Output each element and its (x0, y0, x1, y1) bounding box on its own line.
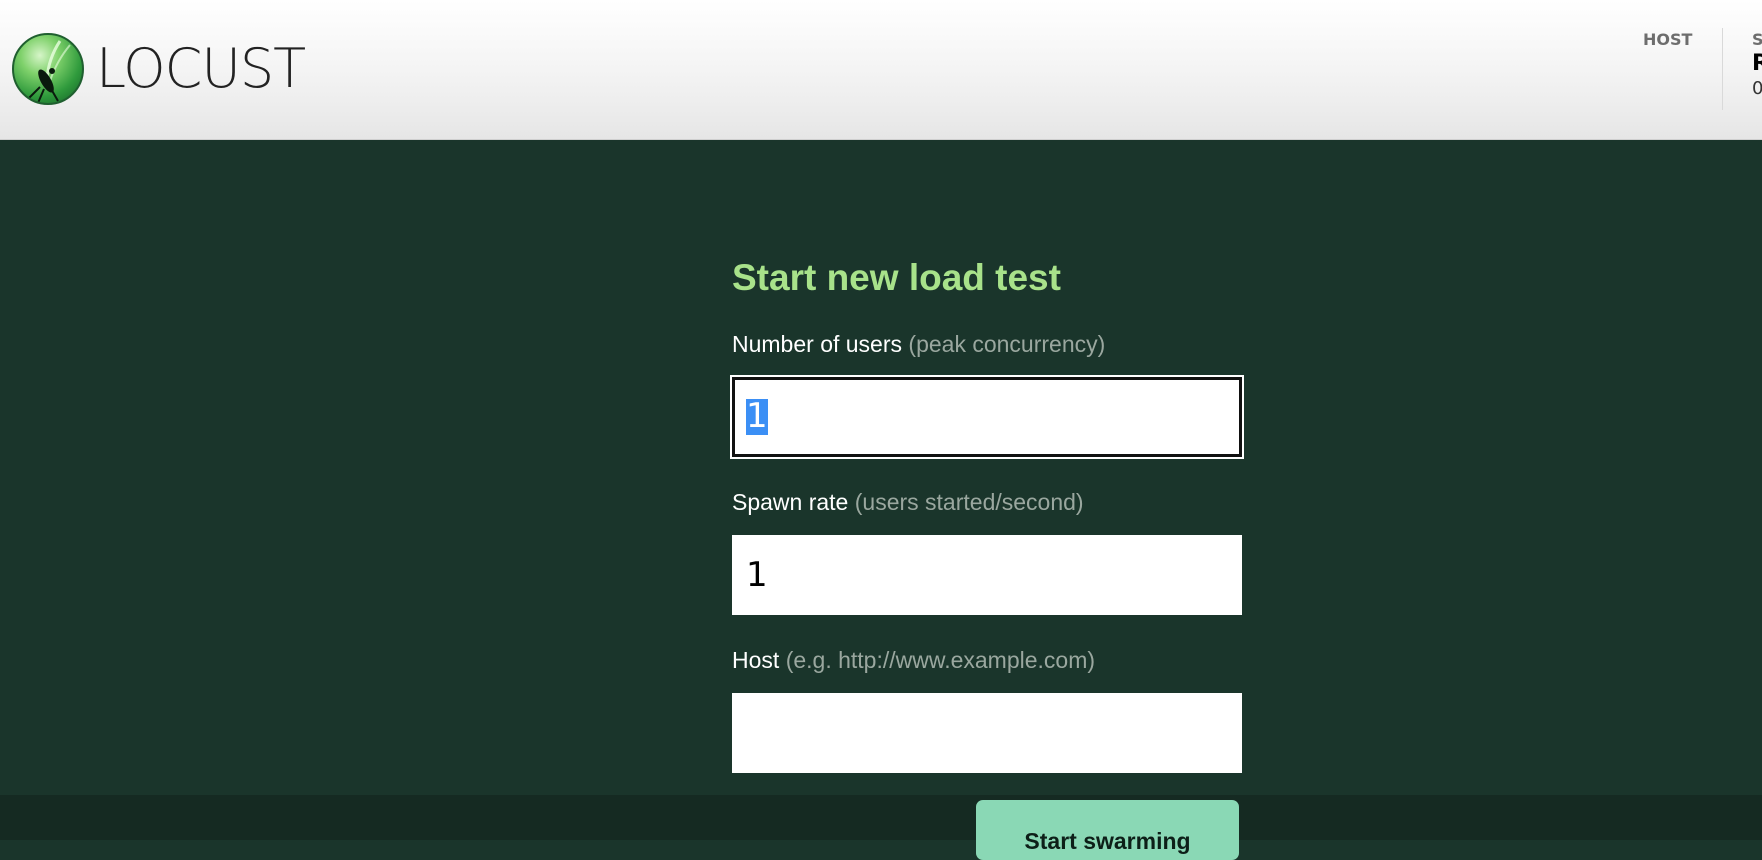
users-label: Number of users (732, 330, 903, 357)
status-stat: STATUS READY 0 (1752, 30, 1762, 100)
users-field-label: Number of users (peak concurrency) (732, 331, 1242, 361)
stat-divider (1722, 28, 1723, 110)
logo-text: LOCUST (96, 37, 306, 100)
users-input-value: 1 (746, 395, 768, 436)
locust-icon (12, 33, 84, 105)
start-swarming-button[interactable]: Start swarming (976, 800, 1239, 860)
status-sub: 0 (1752, 77, 1762, 99)
header: LOCUST HOST STATUS READY 0 (0, 0, 1762, 140)
spawn-rate-field-label: Spawn rate (users started/second) (732, 489, 1242, 519)
host-stat-label: HOST (1643, 30, 1693, 49)
host-label: Host (732, 646, 780, 673)
spawn-rate-hint: (users started/second) (854, 488, 1084, 515)
status-value: READY (1752, 51, 1762, 76)
spawn-rate-label: Spawn rate (732, 488, 849, 515)
locust-logo[interactable]: LOCUST (12, 32, 306, 106)
spawn-rate-input[interactable]: 1 (732, 534, 1242, 615)
form-title: Start new load test (732, 257, 1061, 298)
start-test-form: Start new load test Number of users (pea… (732, 257, 1242, 805)
status-label: STATUS (1752, 30, 1762, 49)
host-input[interactable] (732, 692, 1242, 773)
users-input-wrap: 1 (732, 376, 1242, 457)
host-field-label: Host (e.g. http://www.example.com) (732, 647, 1242, 677)
form-footer-bar (0, 795, 1762, 840)
spawn-rate-input-value: 1 (746, 554, 768, 595)
users-hint: (peak concurrency) (908, 330, 1106, 357)
host-hint: (e.g. http://www.example.com) (785, 646, 1096, 673)
users-input[interactable]: 1 (732, 376, 1242, 457)
